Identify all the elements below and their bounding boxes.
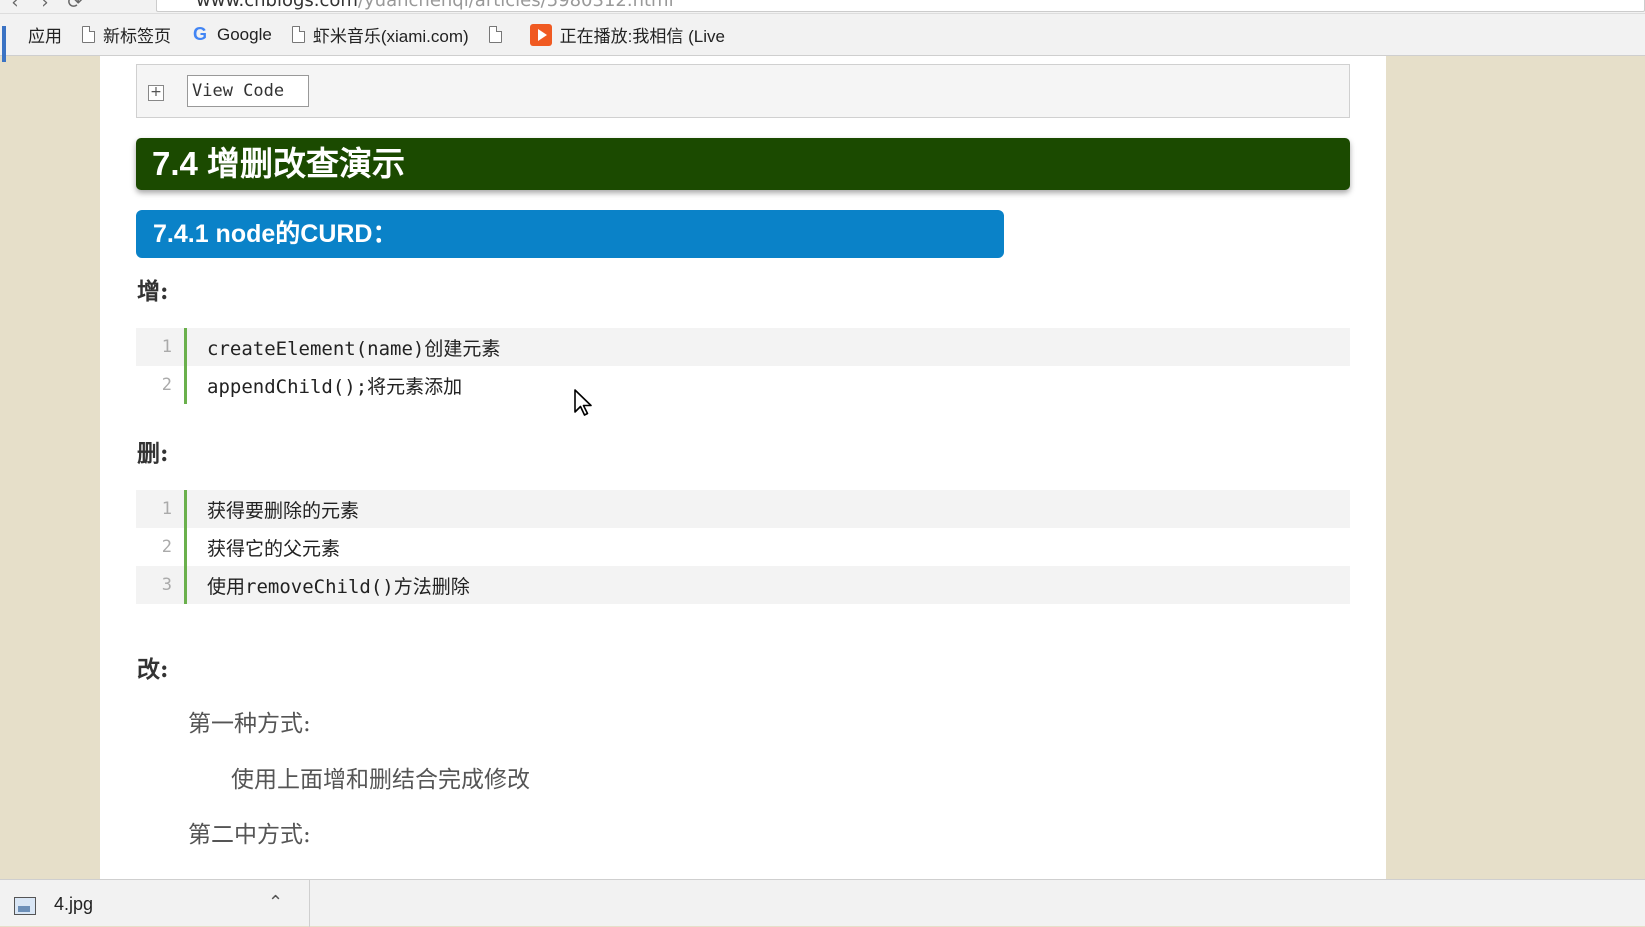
download-file-name: 4.jpg	[54, 894, 94, 914]
apps-icon	[2, 25, 20, 62]
url-text: www.cnblogs.com/yuanchenqi/articles/5980…	[196, 0, 674, 11]
url-path: /yuanchenqi/articles/5980312.html	[357, 0, 674, 11]
view-code-button[interactable]: View Code	[187, 75, 309, 107]
chevron-up-icon[interactable]: ⌃	[268, 892, 283, 913]
back-button[interactable]: ‹	[0, 0, 30, 13]
bookmark-now-playing[interactable]: 正在播放:我相信 (Live	[529, 22, 725, 47]
line-number: 2	[161, 375, 172, 395]
add-code-block: 1 createElement(name)创建元素 2 appendChild(…	[136, 328, 1350, 404]
bookmark-new-tab[interactable]: 新标签页	[82, 22, 171, 47]
google-icon: G	[192, 24, 207, 44]
line-number: 3	[161, 575, 172, 595]
download-item[interactable]: 4.jpg ⌃	[0, 880, 310, 927]
page-icon	[82, 26, 95, 43]
image-file-icon	[14, 897, 36, 915]
section-title: 7.4 增删改查演示	[136, 138, 1350, 190]
play-icon	[529, 23, 552, 46]
line-number: 2	[161, 537, 172, 557]
line-number: 1	[161, 499, 172, 519]
subsection-title: 7.4.1 node的CURD：	[136, 210, 1004, 258]
page-icon	[291, 26, 305, 43]
forward-button[interactable]: ›	[30, 0, 60, 13]
download-shelf: 4.jpg ⌃	[0, 879, 1645, 927]
bookmark-untitled[interactable]	[488, 26, 510, 43]
bookmark-label: 应用	[28, 27, 62, 46]
page-icon	[488, 26, 502, 43]
code-line: 2 获得它的父元素	[136, 528, 1350, 566]
bookmark-google[interactable]: G Google	[191, 24, 272, 45]
code-text: appendChild();将元素添加	[207, 375, 463, 398]
view-code-box: + View Code	[136, 64, 1350, 118]
code-line: 3 使用removeChild()方法删除	[136, 566, 1350, 604]
delete-label: 删:	[137, 440, 169, 467]
delete-code-block: 1 获得要删除的元素 2 获得它的父元素 3 使用removeChild()方法…	[136, 490, 1350, 604]
article-page: + View Code 7.4 增删改查演示 7.4.1 node的CURD： …	[100, 56, 1386, 879]
bookmark-xiami[interactable]: 虾米音乐(xiami.com)	[291, 22, 469, 47]
bookmark-label: 正在播放:我相信 (Live	[559, 27, 725, 46]
bookmarks-bar: 应用 新标签页 G Google 虾米音乐(xiami.com) 正在播放:我相…	[0, 14, 1645, 62]
code-line: 2 appendChild();将元素添加	[136, 366, 1350, 404]
code-text: 使用removeChild()方法删除	[207, 575, 470, 598]
code-text: createElement(name)创建元素	[207, 337, 501, 360]
bookmark-label: Google	[217, 24, 272, 44]
nav-buttons: ‹ › ⟳	[0, 0, 90, 13]
code-line: 1 获得要删除的元素	[136, 490, 1350, 528]
method2-title: 第二中方式:	[188, 822, 311, 848]
mouse-cursor-icon	[574, 389, 592, 416]
method1-desc: 使用上面增和删结合完成修改	[231, 767, 530, 793]
add-label: 增:	[137, 278, 169, 305]
bookmark-apps[interactable]: 应用	[0, 22, 62, 62]
modify-label: 改:	[137, 656, 169, 683]
line-number: 1	[161, 337, 172, 357]
reload-button[interactable]: ⟳	[60, 0, 90, 13]
code-line: 1 createElement(name)创建元素	[136, 328, 1350, 366]
bookmark-label: 虾米音乐(xiami.com)	[312, 27, 469, 46]
code-text: 获得它的父元素	[207, 537, 341, 560]
method1-title: 第一种方式:	[188, 711, 311, 737]
code-text: 获得要删除的元素	[207, 499, 360, 522]
address-bar: ‹ › ⟳ www.cnblogs.com/yuanchenqi/articles/…	[0, 0, 1645, 14]
expand-icon[interactable]: +	[148, 85, 164, 101]
url-domain: www.cnblogs.com	[196, 0, 358, 11]
bookmark-label: 新标签页	[103, 27, 171, 46]
